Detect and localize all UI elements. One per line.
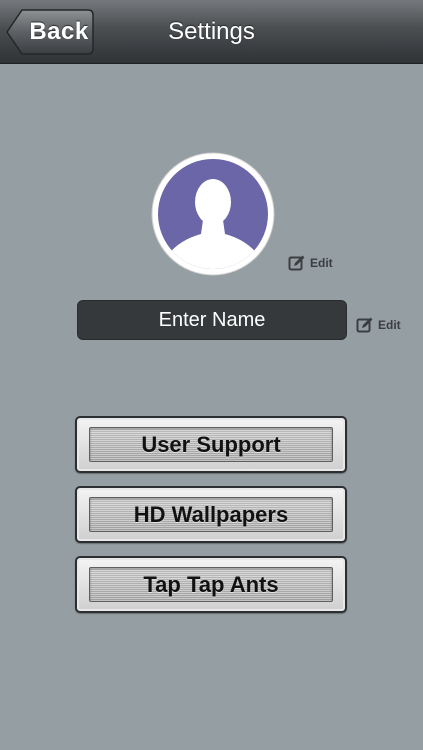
edit-pencil-icon bbox=[288, 255, 305, 271]
name-input[interactable]: Enter Name bbox=[77, 300, 347, 340]
edit-name-label: Edit bbox=[378, 318, 401, 332]
user-silhouette-icon bbox=[151, 152, 275, 276]
hd-wallpapers-label: HD Wallpapers bbox=[133, 501, 289, 527]
back-button-label: Back bbox=[29, 18, 89, 45]
navigation-bar: Back Settings bbox=[0, 0, 423, 64]
back-button[interactable]: Back bbox=[6, 9, 94, 55]
user-support-button[interactable]: User Support bbox=[75, 416, 347, 473]
user-support-label: User Support bbox=[141, 431, 281, 457]
edit-name-button[interactable]: Edit bbox=[356, 316, 401, 334]
profile-avatar[interactable] bbox=[151, 152, 275, 276]
edit-pencil-icon bbox=[356, 317, 373, 333]
tap-tap-ants-label: Tap Tap Ants bbox=[143, 571, 279, 597]
hd-wallpapers-button[interactable]: HD Wallpapers bbox=[75, 486, 347, 543]
edit-photo-label: Edit bbox=[310, 256, 333, 270]
tap-tap-ants-button[interactable]: Tap Tap Ants bbox=[75, 556, 347, 613]
edit-photo-button[interactable]: Edit bbox=[288, 254, 333, 272]
